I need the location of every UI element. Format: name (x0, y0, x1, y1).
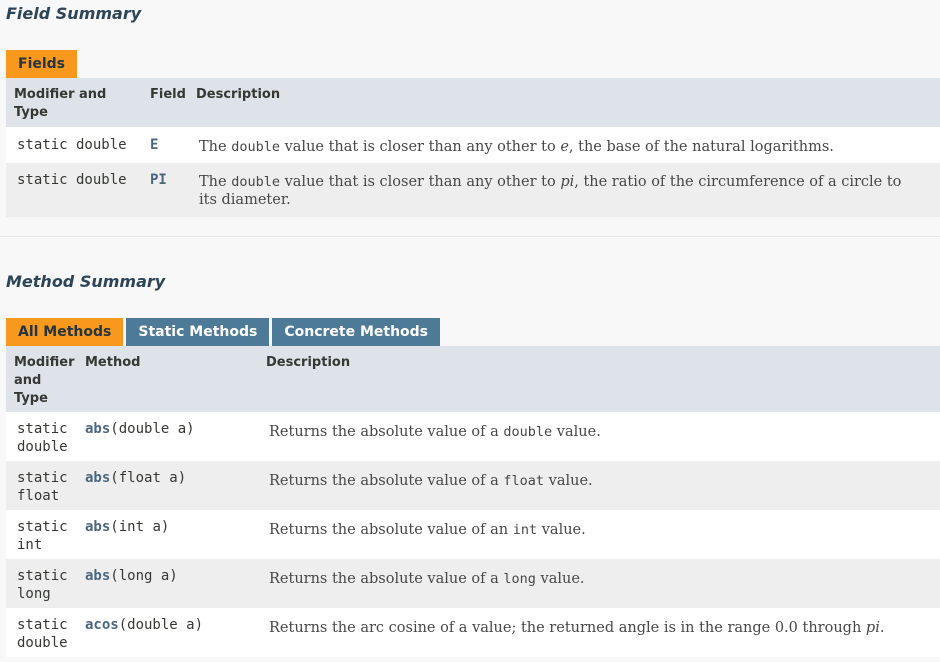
column-header-method: Method (77, 346, 252, 412)
method-modifier: static float (6, 461, 77, 510)
field-modifier: static double (6, 163, 142, 217)
method-signature: acos(double a) (77, 608, 252, 657)
method-name-link[interactable]: abs (85, 568, 110, 584)
table-row: static long abs(long a) Returns the absol… (6, 559, 940, 608)
method-name-link[interactable]: abs (85, 421, 110, 437)
method-modifier: static long (6, 559, 77, 608)
field-tabs: Fields (6, 50, 78, 78)
method-signature: abs(long a) (77, 559, 252, 608)
method-description: Returns the absolute value of a long val… (252, 559, 940, 608)
field-name[interactable]: PI (150, 172, 167, 188)
field-summary-heading: Field Summary (6, 4, 142, 23)
method-params: (double a) (118, 617, 204, 633)
table-header-row: Modifier and Type Field Description (6, 78, 940, 127)
method-name-link[interactable]: acos (85, 617, 119, 633)
field-name-link[interactable]: E (142, 127, 188, 163)
column-header-description: Description (188, 78, 940, 127)
method-modifier: static int (6, 510, 77, 559)
table-row: static int abs(int a) Returns the absolut… (6, 510, 940, 559)
field-description: The double value that is closer than any… (188, 163, 940, 217)
table-row: static double PI The double value that i… (6, 163, 940, 217)
table-row: static float abs(float a) Returns the abs… (6, 461, 940, 510)
method-summary-heading: Method Summary (6, 272, 166, 291)
table-row: static double E The double value that is… (6, 127, 940, 163)
tab-fields[interactable]: Fields (6, 50, 78, 78)
method-signature: abs(double a) (77, 412, 252, 461)
field-name-link[interactable]: PI (142, 163, 188, 217)
section-divider (0, 236, 940, 237)
column-header-field: Field (142, 78, 188, 127)
method-tabs: All Methods Static Methods Concrete Meth… (6, 318, 441, 346)
method-description: Returns the absolute value of an int val… (252, 510, 940, 559)
method-modifier: static double (6, 412, 77, 461)
method-modifier: static double (6, 608, 77, 657)
method-description: Returns the absolute value of a float va… (252, 461, 940, 510)
method-summary-table: Modifier and Type Method Description sta… (6, 346, 940, 657)
tab-all-methods[interactable]: All Methods (6, 318, 124, 346)
column-header-modifier: Modifier and Type (6, 346, 77, 412)
tab-static-methods[interactable]: Static Methods (126, 318, 270, 346)
method-description: Returns the absolute value of a double v… (252, 412, 940, 461)
table-header-row: Modifier and Type Method Description (6, 346, 940, 412)
field-description: The double value that is closer than any… (188, 127, 940, 163)
method-params: (float a) (110, 470, 187, 486)
table-row: static double acos(double a) Returns the … (6, 608, 940, 657)
method-params: (long a) (110, 568, 178, 584)
method-name-link[interactable]: abs (85, 470, 110, 486)
method-signature: abs(int a) (77, 510, 252, 559)
field-modifier: static double (6, 127, 142, 163)
method-name-link[interactable]: abs (85, 519, 110, 535)
field-name[interactable]: E (150, 137, 158, 153)
column-header-modifier: Modifier and Type (6, 78, 142, 127)
tab-concrete-methods[interactable]: Concrete Methods (272, 318, 441, 346)
method-params: (int a) (110, 519, 170, 535)
column-header-description: Description (252, 346, 940, 412)
method-signature: abs(float a) (77, 461, 252, 510)
table-row: static double abs(double a) Returns the a… (6, 412, 940, 461)
method-description: Returns the arc cosine of a value; the r… (252, 608, 940, 657)
field-summary-table: Modifier and Type Field Description stat… (6, 78, 940, 217)
method-params: (double a) (110, 421, 195, 437)
